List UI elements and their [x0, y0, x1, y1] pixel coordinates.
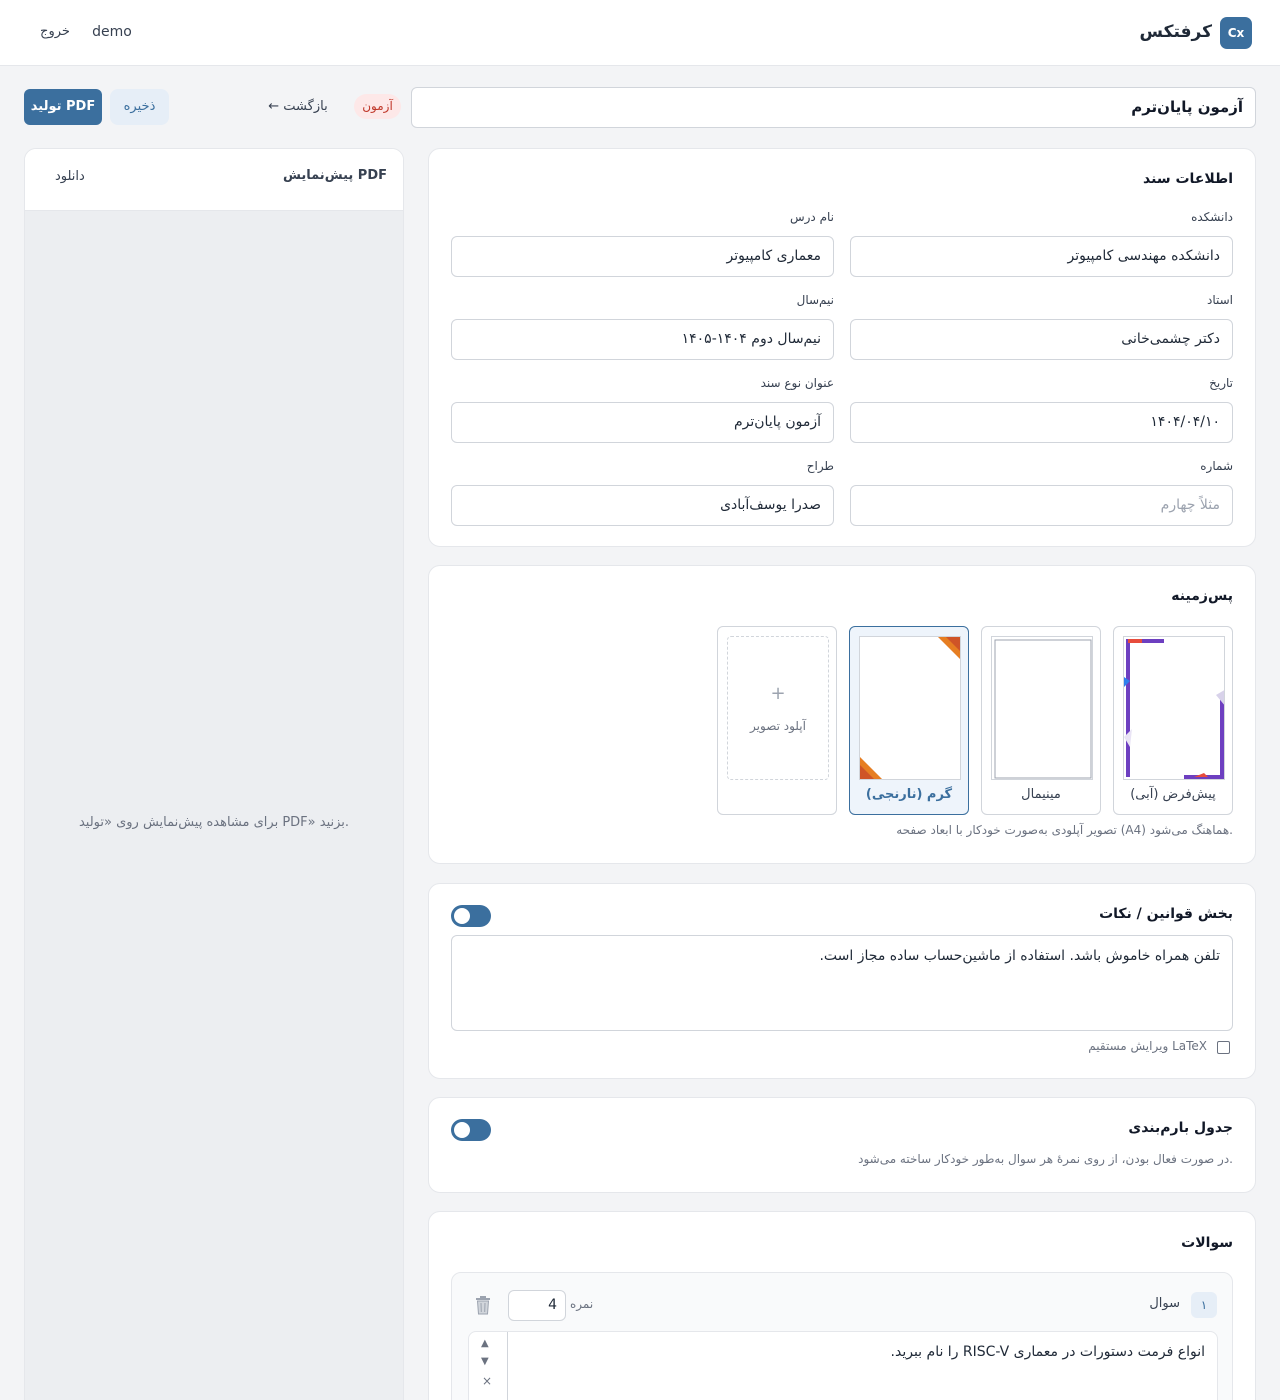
brand-name: کرفتکس	[1139, 22, 1212, 42]
field-label-designer: طراح	[806, 459, 834, 473]
semester-input[interactable]: نیم‌سال دوم ۱۴۰۴-۱۴۰۵	[451, 319, 834, 360]
card-title: اطلاعات سند	[1143, 171, 1233, 187]
latex-checkbox[interactable]	[1217, 1041, 1230, 1054]
grading-table-card: جدول بارم‌بندی در صورت فعال بودن، از روی…	[428, 1097, 1256, 1193]
trash-icon[interactable]	[474, 1295, 492, 1315]
app-logo: Cx	[1220, 17, 1252, 49]
preview-empty-message: برای مشاهده پیش‌نمایش روی «تولید PDF» بز…	[78, 815, 350, 830]
rules-toggle[interactable]	[451, 905, 491, 927]
pdf-preview-panel: پیش‌نمایش PDF دانلود برای مشاهده پیش‌نما…	[24, 148, 404, 1400]
background-option-label: مینیمال	[1021, 787, 1061, 802]
username: demo	[92, 24, 132, 40]
faculty-input[interactable]: دانشکده مهندسی کامپیوتر	[850, 236, 1233, 277]
generate-pdf-button[interactable]: تولید PDF	[24, 89, 102, 125]
question-editor: ▲ ▼ × انواع فرمت دستورات در معماری RISC-…	[468, 1331, 1218, 1400]
preview-title: پیش‌نمایش PDF	[282, 168, 387, 183]
document-title-input[interactable]: آزمون پایان‌ترم	[411, 87, 1256, 128]
save-button[interactable]: ذخیره	[110, 89, 169, 125]
score-input[interactable]: 4	[508, 1290, 566, 1321]
card-title: بخش قوانین / نکات	[1099, 906, 1233, 922]
download-button[interactable]: دانلود	[55, 169, 85, 184]
card-title: پس‌زمینه	[1171, 588, 1233, 604]
upload-label: آپلود تصویر	[750, 719, 806, 733]
score-label: نمره	[570, 1297, 594, 1311]
course-input[interactable]: معماری کامپیوتر	[451, 236, 834, 277]
question-number: ۱	[1191, 1292, 1217, 1318]
toggle-knob	[454, 908, 470, 924]
background-option-default-blue[interactable]: پیش‌فرض (آبی)	[1113, 626, 1233, 815]
questions-card: سوالات ۱ سوال نمره 4 ▲ ▼ × انواع فرمت دس…	[428, 1211, 1256, 1400]
toggle-knob	[454, 1122, 470, 1138]
field-label-semester: نیم‌سال	[796, 293, 834, 307]
rules-textarea[interactable]: تلفن همراه خاموش باشد. استفاده از ماشین‌…	[451, 935, 1233, 1031]
close-icon[interactable]: ×	[482, 1374, 492, 1388]
field-label-doc-type: عنوان نوع سند	[760, 376, 834, 390]
plus-icon: +	[770, 683, 786, 704]
field-label-course: نام درس	[789, 210, 834, 224]
field-label-date: تاریخ	[1209, 376, 1233, 390]
preview-header: پیش‌نمایش PDF دانلود	[25, 149, 403, 211]
professor-input[interactable]: دکتر چشمی‌خانی	[850, 319, 1233, 360]
doc-type-input[interactable]: آزمون پایان‌ترم	[451, 402, 834, 443]
preview-area: برای مشاهده پیش‌نمایش روی «تولید PDF» بز…	[25, 211, 403, 1400]
number-input[interactable]: مثلاً چهارم	[850, 485, 1233, 526]
background-option-minimal[interactable]: مینیمال	[981, 626, 1101, 815]
background-thumbnail	[1123, 636, 1225, 780]
grading-toggle[interactable]	[451, 1119, 491, 1141]
question-label: سوال	[1149, 1296, 1180, 1311]
date-input[interactable]: ۱۴۰۴/۰۴/۱۰	[850, 402, 1233, 443]
background-option-label: پیش‌فرض (آبی)	[1130, 787, 1216, 802]
field-label-faculty: دانشکده	[1191, 210, 1233, 224]
rules-card: بخش قوانین / نکات تلفن همراه خاموش باشد.…	[428, 883, 1256, 1079]
background-thumbnail	[991, 636, 1093, 780]
field-label-number: شماره	[1200, 459, 1233, 473]
doc-type-badge: آزمون	[354, 94, 401, 119]
question-item: ۱ سوال نمره 4 ▲ ▼ × انواع فرمت دستورات د…	[451, 1272, 1233, 1400]
move-up-icon[interactable]: ▲	[481, 1338, 489, 1349]
field-label-professor: استاد	[1206, 293, 1233, 307]
card-title: جدول بارم‌بندی	[1128, 1120, 1233, 1136]
question-text-input[interactable]: انواع فرمت دستورات در معماری RISC-V را ن…	[507, 1332, 1217, 1400]
background-upload-option[interactable]: + آپلود تصویر	[717, 626, 837, 815]
back-button[interactable]: ← بازگشت	[260, 94, 336, 119]
document-info-card: اطلاعات سند دانشکده دانشکده مهندسی کامپی…	[428, 148, 1256, 547]
upload-dropzone[interactable]: + آپلود تصویر	[727, 636, 829, 780]
background-hint: تصویر آپلودی به‌صورت خودکار با ابعاد صفح…	[896, 823, 1233, 837]
latex-label: ویرایش مستقیم LaTeX	[1088, 1039, 1207, 1053]
background-thumbnail	[859, 636, 961, 780]
grading-hint: در صورت فعال بودن، از روی نمرهٔ هر سوال …	[858, 1152, 1233, 1166]
background-option-label: گرم (نارنجی)	[865, 787, 953, 802]
card-title: سوالات	[1181, 1235, 1233, 1251]
background-card: پس‌زمینه پیش‌فرض (آبی) مینیمال	[428, 565, 1256, 864]
top-bar	[0, 0, 1280, 66]
designer-input[interactable]: صدرا یوسف‌آبادی	[451, 485, 834, 526]
logout-link[interactable]: خروج	[30, 20, 80, 44]
background-option-warm-orange[interactable]: گرم (نارنجی)	[849, 626, 969, 815]
move-down-icon[interactable]: ▼	[481, 1356, 489, 1367]
